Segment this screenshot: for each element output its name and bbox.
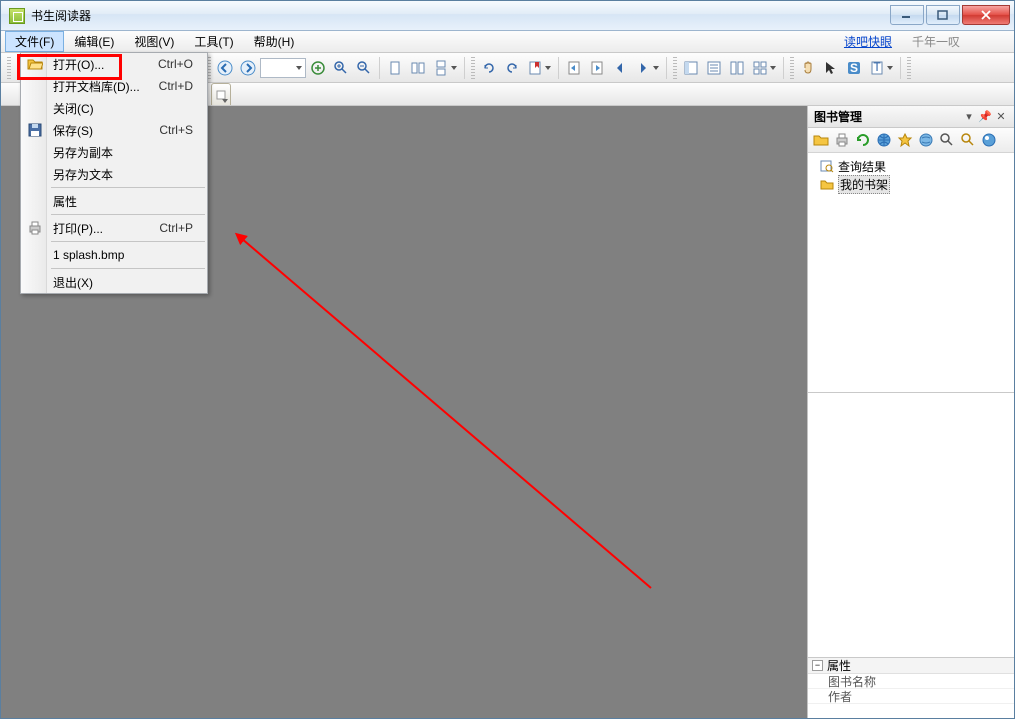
tab-stub[interactable] <box>211 83 231 105</box>
side-toolbar <box>808 128 1014 153</box>
maximize-button[interactable] <box>926 5 960 25</box>
snapshot-button[interactable]: S <box>843 57 865 79</box>
hand-tool-button[interactable] <box>797 57 819 79</box>
menu-recent-1[interactable]: 1 splash.bmp <box>21 244 207 266</box>
window-controls <box>890 5 1010 25</box>
zoom-combo[interactable] <box>260 58 306 78</box>
layout2-button[interactable] <box>703 57 725 79</box>
side-panel-title: 图书管理 <box>814 108 960 125</box>
last-page-button[interactable] <box>586 57 608 79</box>
prev-page-button[interactable] <box>609 57 631 79</box>
menu-file[interactable]: 文件(F) <box>5 31 64 52</box>
menu-edit[interactable]: 编辑(E) <box>64 31 124 52</box>
menu-open-library[interactable]: 打开文档库(D)...Ctrl+D <box>21 75 207 97</box>
menubar: 文件(F) 编辑(E) 视图(V) 工具(T) 帮助(H) 读吧快眼 千年一叹 <box>1 31 1014 53</box>
toolbar-grip-icon[interactable] <box>907 57 911 79</box>
folder-open-icon <box>27 56 43 72</box>
toolbar-grip-icon[interactable] <box>471 57 475 79</box>
tree-view[interactable]: 查询结果 我的书架 <box>808 153 1014 393</box>
properties-panel: − 属性 图书名称 作者 <box>808 658 1014 718</box>
titlebar: 书生阅读器 <box>1 1 1014 31</box>
layout4-button[interactable] <box>749 57 779 79</box>
menu-open[interactable]: 打开(O)... Ctrl+O <box>21 53 207 75</box>
toolbar-grip-icon[interactable] <box>673 57 677 79</box>
menu-save-copy[interactable]: 另存为副本 <box>21 141 207 163</box>
tree-node-shelf[interactable]: 我的书架 <box>812 175 1010 193</box>
quick-look-link[interactable]: 读吧快眼 <box>844 33 892 50</box>
zoom-out-button[interactable] <box>353 57 375 79</box>
bookmark-button[interactable] <box>524 57 554 79</box>
side-refresh-icon[interactable] <box>854 131 872 149</box>
select-tool-button[interactable] <box>820 57 842 79</box>
panel-pin-icon[interactable]: 📌 <box>978 110 992 124</box>
menu-properties[interactable]: 属性 <box>21 190 207 212</box>
page-single-button[interactable] <box>384 57 406 79</box>
side-panel: 图书管理 ▾ 📌 ✕ 查询结果 <box>807 106 1014 718</box>
nav-back-button[interactable] <box>214 57 236 79</box>
side-web-icon[interactable] <box>875 131 893 149</box>
app-icon <box>9 8 25 24</box>
menu-view[interactable]: 视图(V) <box>124 31 184 52</box>
menu-tools[interactable]: 工具(T) <box>184 31 243 52</box>
save-icon <box>27 122 43 138</box>
minimize-button[interactable] <box>890 5 924 25</box>
page-facing-button[interactable] <box>407 57 429 79</box>
zoom-in-button[interactable] <box>330 57 352 79</box>
page-continuous-button[interactable] <box>430 57 460 79</box>
side-print-icon[interactable] <box>833 131 851 149</box>
slogan-text: 千年一叹 <box>912 33 960 50</box>
tree-node-query[interactable]: 查询结果 <box>812 157 1010 175</box>
layout1-button[interactable] <box>680 57 702 79</box>
menu-close[interactable]: 关闭(C) <box>21 97 207 119</box>
window-title: 书生阅读器 <box>31 7 890 24</box>
side-open-icon[interactable] <box>812 131 830 149</box>
svg-text:T: T <box>873 60 881 74</box>
panel-dropdown-icon[interactable]: ▾ <box>962 110 976 124</box>
preview-panel <box>808 393 1014 658</box>
nav-fwd-button[interactable] <box>237 57 259 79</box>
rotate-right-button[interactable] <box>501 57 523 79</box>
rotate-left-button[interactable] <box>478 57 500 79</box>
menu-save-text[interactable]: 另存为文本 <box>21 163 207 185</box>
side-globe-icon[interactable] <box>917 131 935 149</box>
side-panel-header: 图书管理 ▾ 📌 ✕ <box>808 106 1014 128</box>
zoom-fit-button[interactable] <box>307 57 329 79</box>
collapse-icon[interactable]: − <box>812 660 823 671</box>
next-page-button[interactable] <box>632 57 662 79</box>
first-page-button[interactable] <box>563 57 585 79</box>
toolbar-grip-icon[interactable] <box>7 57 11 79</box>
menu-help[interactable]: 帮助(H) <box>244 31 305 52</box>
side-search-icon[interactable] <box>938 131 956 149</box>
side-web2-icon[interactable] <box>980 131 998 149</box>
close-button[interactable] <box>962 5 1010 25</box>
file-menu-dropdown: 打开(O)... Ctrl+O 打开文档库(D)...Ctrl+D 关闭(C) … <box>20 52 208 294</box>
menu-exit[interactable]: 退出(X) <box>21 271 207 293</box>
side-fav-icon[interactable] <box>896 131 914 149</box>
prop-author: 作者 <box>808 689 1014 704</box>
panel-close-icon[interactable]: ✕ <box>994 110 1008 124</box>
folder-icon <box>820 177 834 191</box>
menu-save[interactable]: 保存(S)Ctrl+S <box>21 119 207 141</box>
layout3-button[interactable] <box>726 57 748 79</box>
print-icon <box>27 220 43 236</box>
menu-print[interactable]: 打印(P)...Ctrl+P <box>21 217 207 239</box>
side-find-icon[interactable] <box>959 131 977 149</box>
text-tool-button[interactable]: T <box>866 57 896 79</box>
toolbar-grip-icon[interactable] <box>790 57 794 79</box>
svg-text:S: S <box>850 61 858 75</box>
search-result-icon <box>820 159 834 173</box>
